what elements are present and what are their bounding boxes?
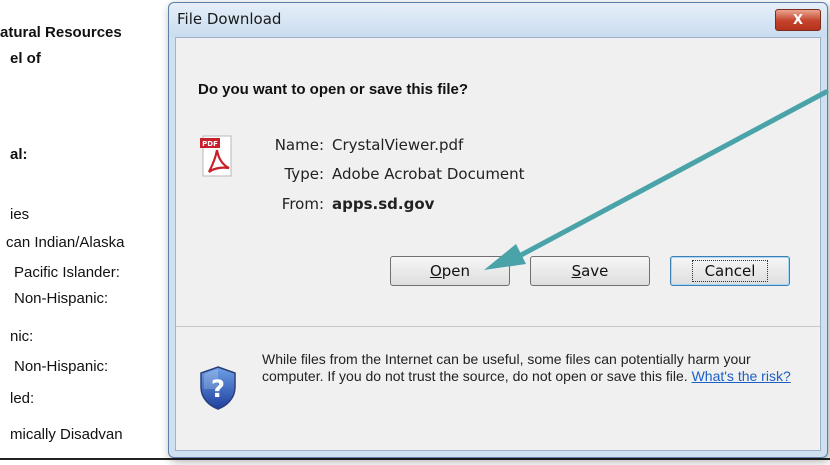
open-label: pen [441,262,471,280]
save-button[interactable]: Save [530,256,650,286]
pdf-file-icon: PDF [200,135,232,177]
file-from-label: From: [281,195,324,213]
file-download-dialog: File Download X Do you want to open or s… [168,2,828,458]
warning-text: While files from the Internet can be use… [262,351,751,384]
doc-line: nic: [10,328,34,345]
save-label: ave [581,262,609,280]
warning-message: While files from the Internet can be use… [262,351,810,385]
file-type-value: Adobe Acrobat Document [332,165,525,183]
doc-rule [0,458,830,460]
doc-line: ies [10,206,30,223]
file-name-value: CrystalViewer.pdf [332,136,464,154]
open-mnemonic: O [429,262,442,280]
dialog-titlebar[interactable]: File Download X [169,3,827,37]
doc-line: atural Resources [0,24,122,41]
file-name-label: Name: [274,136,324,154]
doc-line: al: [10,146,28,163]
doc-line: Non-Hispanic: [14,290,109,307]
dialog-question: Do you want to open or save this file? [198,81,469,98]
dialog-content: Do you want to open or save this file? P… [175,37,821,451]
doc-line: mically Disadvan [10,426,123,443]
doc-line: Pacific Islander: [14,264,120,281]
security-shield-icon: ? [200,366,236,410]
doc-line: can Indian/Alaska [6,234,125,251]
cancel-label: Cancel [691,260,769,282]
file-from-value: apps.sd.gov [332,195,435,213]
doc-line: led: [10,390,35,407]
close-button[interactable]: X [775,9,821,31]
open-button[interactable]: Open [390,256,510,286]
dialog-title: File Download [177,10,282,28]
save-mnemonic: S [571,262,582,280]
doc-line: el of [10,50,41,67]
cancel-button[interactable]: Cancel [670,256,790,286]
whats-the-risk-link[interactable]: What's the risk? [692,368,791,384]
doc-line: Non-Hispanic: [14,358,109,375]
security-warning: ? While files from the Internet can be u… [176,329,820,450]
svg-text:?: ? [211,375,225,403]
file-type-label: Type: [284,165,324,183]
svg-text:PDF: PDF [202,140,218,148]
close-icon: X [792,12,804,28]
